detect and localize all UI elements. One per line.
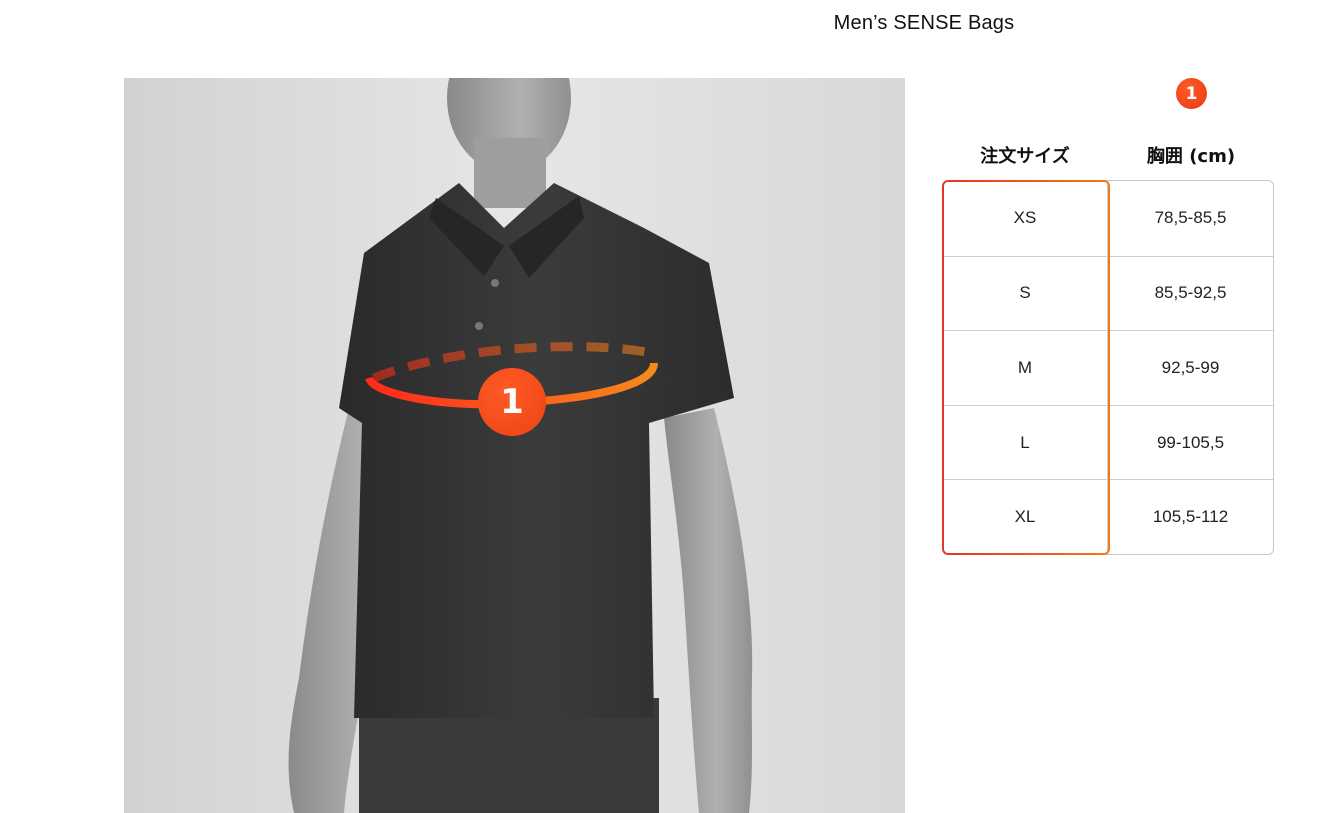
table-header: 注文サイズ 胸囲 (cm) xyxy=(942,130,1274,180)
model-photo: 1 xyxy=(124,78,905,813)
measurement-marker-label: 1 xyxy=(500,382,524,422)
size-cell: M xyxy=(943,331,1108,405)
chest-cell: 99-105,5 xyxy=(1156,432,1225,452)
chest-cell: 85,5-92,5 xyxy=(1154,283,1227,303)
measurement-marker: 1 xyxy=(478,368,546,436)
chest-cell: 78,5-85,5 xyxy=(1154,208,1227,228)
measurement-legend-badge: 1 xyxy=(1176,78,1207,109)
header-order-size: 注文サイズ xyxy=(980,146,1070,167)
table-row: L 99-105,5 xyxy=(943,404,1273,480)
chest-cell: 105,5-112 xyxy=(1152,507,1229,527)
size-cell: S xyxy=(943,256,1108,331)
page-title: Men’s SENSE Bags xyxy=(833,12,1015,34)
size-table: 注文サイズ 胸囲 (cm) XS 78,5-85,5 S 85,5-92,5 M… xyxy=(942,130,1274,555)
size-cell: XL xyxy=(943,480,1108,554)
size-cell: L xyxy=(943,405,1108,480)
header-chest: 胸囲 (cm) xyxy=(1146,146,1236,167)
table-row: XS 78,5-85,5 xyxy=(943,181,1273,256)
table-row: M 92,5-99 xyxy=(943,330,1273,405)
size-guide-page: Men’s SENSE Bags 1 1 注文サイズ 胸囲 (cm) XS 78… xyxy=(0,0,1320,813)
table-body: XS 78,5-85,5 S 85,5-92,5 M 92,5-99 L 99-… xyxy=(942,180,1274,555)
size-cell: XS xyxy=(943,181,1108,256)
table-row: XL 105,5-112 xyxy=(943,479,1273,554)
table-row: S 85,5-92,5 xyxy=(943,255,1273,331)
measurement-legend-label: 1 xyxy=(1185,83,1198,104)
chest-cell: 92,5-99 xyxy=(1161,357,1220,377)
